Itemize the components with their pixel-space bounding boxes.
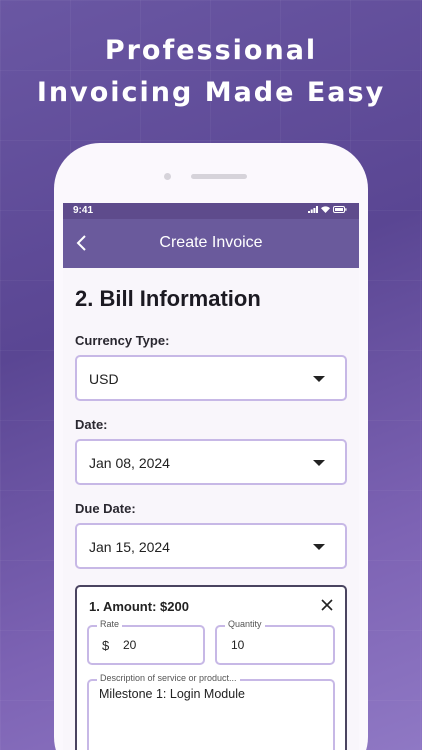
rate-label: Rate <box>97 619 123 629</box>
due-date-label: Due Date: <box>75 501 136 516</box>
rate-value: 20 <box>123 638 137 652</box>
status-bar: 9:41 <box>63 203 359 219</box>
battery-icon <box>333 206 347 213</box>
promo-headline: Professional Invoicing Made Easy <box>0 30 422 114</box>
caret-down-icon <box>313 460 325 466</box>
description-field[interactable]: Description of service or product... Mil… <box>87 673 335 750</box>
status-icons <box>308 206 347 213</box>
status-time: 9:41 <box>73 205 94 216</box>
quantity-value: 10 <box>231 638 245 652</box>
currency-value: USD <box>89 371 119 387</box>
caret-down-icon <box>313 544 325 550</box>
description-placeholder: Description of service or product... <box>97 673 240 683</box>
signal-icon <box>308 206 318 213</box>
wifi-icon <box>321 206 330 213</box>
currency-select[interactable]: USD <box>75 355 347 401</box>
app-bar: Create Invoice <box>63 219 359 268</box>
line-item-title: 1. Amount: $200 <box>89 599 189 614</box>
quantity-label: Quantity <box>225 619 265 629</box>
rate-field[interactable]: Rate $ 20 <box>87 619 205 665</box>
bill-information-form: 2. Bill Information Currency Type: USD D… <box>63 268 359 750</box>
currency-label: Currency Type: <box>75 333 170 348</box>
due-date-value: Jan 15, 2024 <box>89 539 170 555</box>
app-screen: 9:41 Create Invoice 2. Bill Information … <box>63 203 359 750</box>
date-value: Jan 08, 2024 <box>89 455 170 471</box>
front-camera <box>164 173 171 180</box>
promo-headline-line1: Professional <box>104 35 318 66</box>
page-title: Create Invoice <box>159 234 263 251</box>
date-select[interactable]: Jan 08, 2024 <box>75 439 347 485</box>
line-item-card: 1. Amount: $200 Rate $ 20 Quantity 10 De… <box>75 585 347 750</box>
description-value: Milestone 1: Login Module <box>99 687 245 701</box>
close-icon[interactable] <box>319 597 335 613</box>
due-date-select[interactable]: Jan 15, 2024 <box>75 523 347 569</box>
rate-currency-prefix: $ <box>102 638 110 653</box>
earpiece-speaker <box>191 174 247 179</box>
promo-headline-line2: Invoicing Made Easy <box>36 77 386 108</box>
date-label: Date: <box>75 417 108 432</box>
quantity-field[interactable]: Quantity 10 <box>215 619 335 665</box>
section-title: 2. Bill Information <box>75 286 261 311</box>
caret-down-icon <box>313 376 325 382</box>
